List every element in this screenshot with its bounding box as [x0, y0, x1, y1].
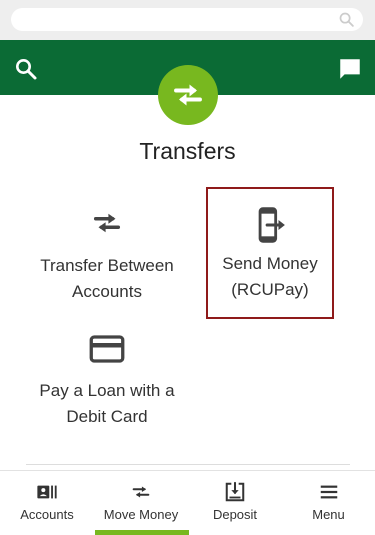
tab-menu[interactable]: Menu: [282, 471, 375, 535]
address-search-bar[interactable]: [11, 8, 363, 31]
transfers-badge: [158, 65, 218, 125]
chat-icon[interactable]: [337, 56, 363, 82]
tab-label: Accounts: [20, 507, 74, 522]
tile-label-line1: Send Money: [222, 254, 318, 273]
search-icon: [339, 12, 354, 27]
active-tab-indicator: [95, 530, 189, 535]
credit-card-icon: [89, 335, 125, 363]
tab-label: Menu: [312, 507, 345, 522]
hamburger-menu-icon: [320, 485, 337, 499]
swap-arrows-icon: [174, 84, 202, 106]
tile-label-line2: Debit Card: [66, 407, 148, 426]
swap-arrows-icon: [132, 486, 150, 498]
phone-send-icon: [258, 207, 285, 243]
tile-label-line1: Pay a Loan with a: [39, 381, 175, 400]
swap-arrows-icon: [93, 213, 121, 233]
tab-move-money[interactable]: Move Money: [94, 471, 188, 535]
search-icon[interactable]: [14, 57, 38, 81]
deposit-icon: [225, 481, 245, 502]
tile-label-line2: Accounts: [72, 282, 142, 301]
tab-accounts[interactable]: Accounts: [0, 471, 94, 535]
bottom-tab-bar: Accounts Move Money Deposit Menu: [0, 470, 375, 535]
tile-label-line1: Transfer Between: [40, 256, 174, 275]
tab-label: Deposit: [212, 507, 258, 522]
tab-label: Move Money: [103, 507, 179, 522]
transfer-between-accounts-tile[interactable]: Transfer Between Accounts: [27, 206, 187, 305]
tab-deposit[interactable]: Deposit: [188, 471, 282, 535]
page-title: Transfers: [139, 138, 236, 164]
accounts-icon: [37, 485, 57, 499]
pay-loan-debit-card-tile[interactable]: Pay a Loan with a Debit Card: [27, 333, 187, 430]
content-divider: [26, 464, 350, 465]
browser-top-bar: [0, 0, 375, 40]
tile-label-line2: (RCUPay): [231, 280, 309, 299]
send-money-tile[interactable]: Send Money (RCUPay): [206, 187, 334, 319]
